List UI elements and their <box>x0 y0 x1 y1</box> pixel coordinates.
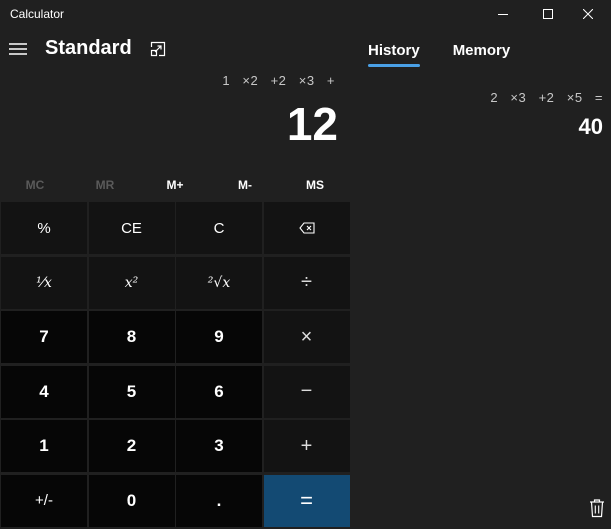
memory-subtract-button[interactable]: M- <box>210 172 280 198</box>
equals-button[interactable]: = <box>263 474 350 527</box>
close-icon <box>583 9 593 19</box>
navigation-menu-button[interactable] <box>8 40 28 58</box>
minimize-button-area[interactable] <box>480 0 526 28</box>
app-title: Calculator <box>10 7 65 21</box>
minimize-icon <box>498 14 508 15</box>
result-display: 12 <box>286 98 338 150</box>
trash-icon <box>590 499 604 518</box>
history-expression: 2 ×3 +2 ×5 = <box>490 90 603 105</box>
tab-history[interactable]: History <box>368 42 420 67</box>
square-label: x² <box>124 274 139 291</box>
expression-display: 1 ×2 +2 ×3 + <box>222 73 335 88</box>
reciprocal-label: ¹⁄x <box>36 274 52 291</box>
digit-6-button[interactable]: 6 <box>176 365 262 418</box>
decimal-button[interactable]: . <box>176 474 262 527</box>
backspace-button[interactable] <box>263 202 350 254</box>
digit-3-button[interactable]: 3 <box>176 420 262 472</box>
clear-history-button[interactable] <box>588 498 606 518</box>
digit-2-button[interactable]: 2 <box>88 420 175 472</box>
square-root-label: ²√x <box>207 274 231 291</box>
memory-row: MC MR M+ M- MS <box>0 172 350 198</box>
minus-button[interactable]: − <box>263 365 350 418</box>
digit-9-button[interactable]: 9 <box>176 311 262 363</box>
square-root-button[interactable]: ²√x <box>176 256 262 309</box>
memory-clear-button[interactable]: MC <box>0 172 70 198</box>
mode-title: Standard <box>45 37 132 59</box>
panel-tabs: History Memory <box>368 42 543 67</box>
keep-on-top-button[interactable] <box>150 41 166 57</box>
negate-button[interactable]: +/- <box>1 474 87 527</box>
divide-button[interactable]: ÷ <box>263 256 350 309</box>
clear-button[interactable]: C <box>176 202 262 254</box>
memory-add-button[interactable]: M+ <box>140 172 210 198</box>
digit-0-button[interactable]: 0 <box>88 474 175 527</box>
digit-8-button[interactable]: 8 <box>88 311 175 363</box>
plus-button[interactable]: + <box>263 420 350 472</box>
hamburger-icon <box>9 43 27 55</box>
backspace-icon <box>298 222 315 234</box>
close-button[interactable] <box>565 0 611 28</box>
digit-5-button[interactable]: 5 <box>88 365 175 418</box>
history-item[interactable]: 2 ×3 +2 ×5 = 40 <box>363 90 603 140</box>
digit-4-button[interactable]: 4 <box>1 365 87 418</box>
keep-on-top-icon <box>150 41 166 57</box>
history-result: 40 <box>578 114 603 139</box>
memory-store-button[interactable]: MS <box>280 172 350 198</box>
digit-7-button[interactable]: 7 <box>1 311 87 363</box>
multiply-button[interactable]: × <box>263 311 350 363</box>
digit-1-button[interactable]: 1 <box>1 420 87 472</box>
clear-entry-button[interactable]: CE <box>88 202 175 254</box>
maximize-icon <box>543 9 553 19</box>
reciprocal-button[interactable]: ¹⁄x <box>1 256 87 309</box>
tab-memory[interactable]: Memory <box>453 42 511 67</box>
memory-recall-button[interactable]: MR <box>70 172 140 198</box>
square-button[interactable]: x² <box>88 256 175 309</box>
keypad: % CE C ¹⁄x x² ²√x ÷ 7 8 9 × 4 5 6 − 1 2 … <box>1 202 350 527</box>
percent-button[interactable]: % <box>1 202 87 254</box>
